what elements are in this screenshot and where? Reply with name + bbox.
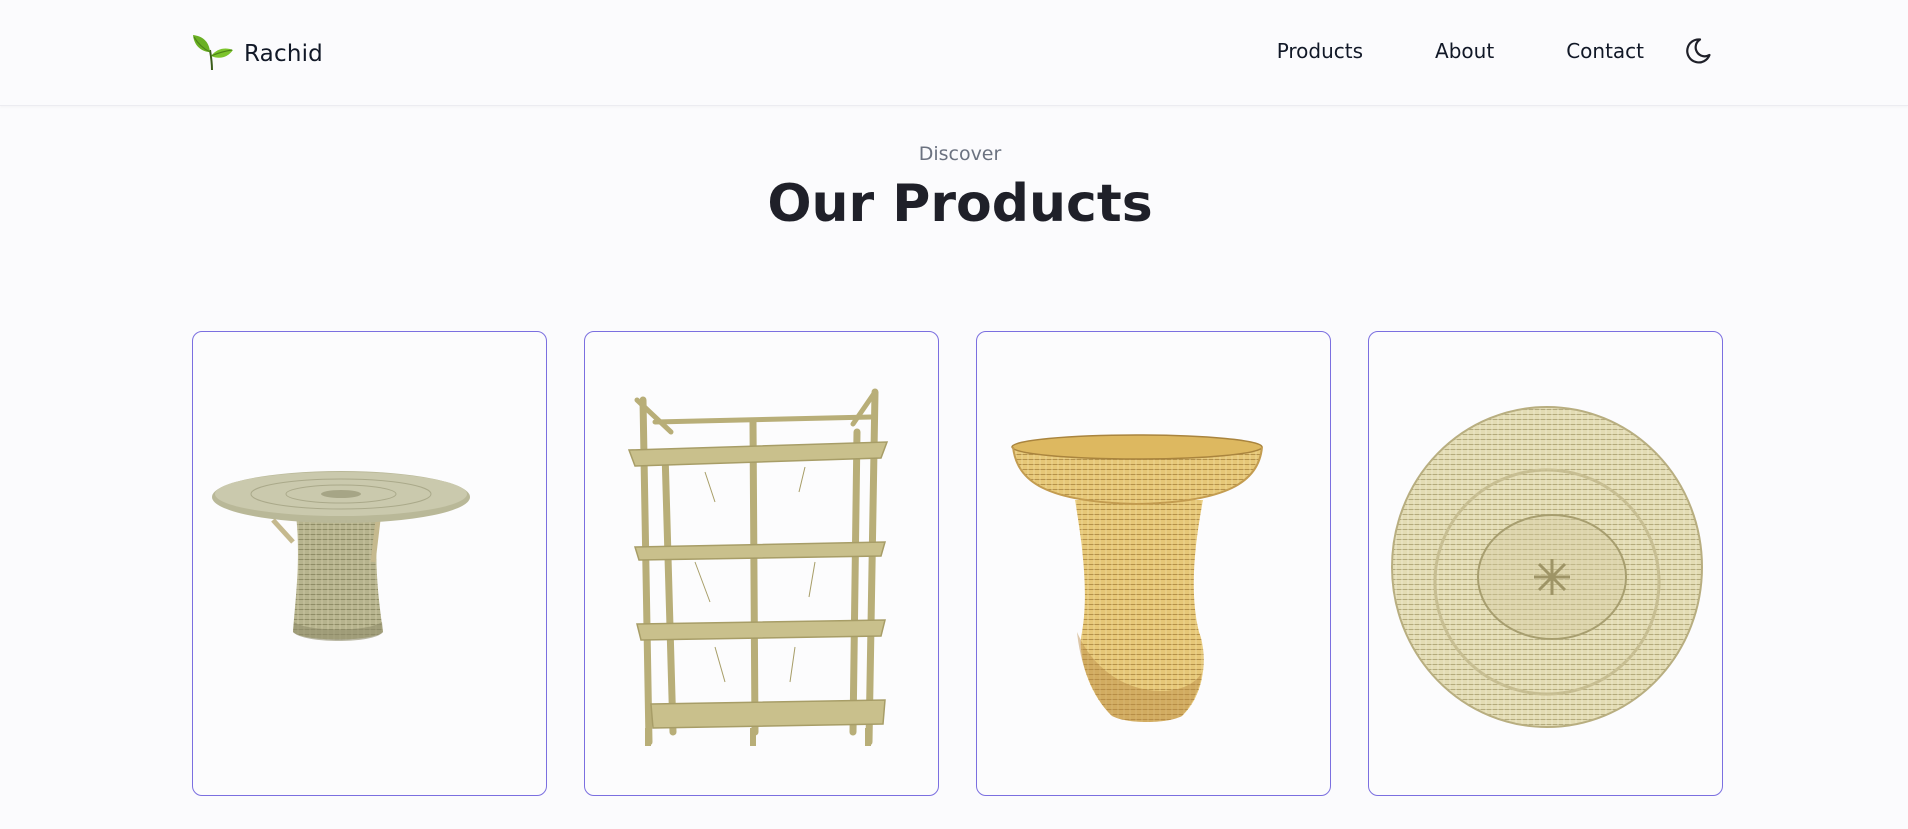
product-card[interactable] xyxy=(192,331,547,796)
product-card[interactable] xyxy=(584,331,939,796)
moon-icon xyxy=(1686,38,1711,64)
wicker-round-chair-image xyxy=(1391,406,1703,728)
products-section-heading: Discover Our Products xyxy=(0,140,1908,240)
product-card[interactable] xyxy=(976,331,1331,796)
nav-link-about[interactable]: About xyxy=(1435,34,1494,68)
section-title: Our Products xyxy=(767,174,1153,234)
product-grid xyxy=(192,331,1723,796)
brand-name: Rachid xyxy=(244,41,323,67)
site-header: Rachid Products About Contact xyxy=(0,0,1908,106)
sprout-icon xyxy=(190,32,234,76)
nav-link-contact[interactable]: Contact xyxy=(1566,34,1644,68)
bamboo-shelf-image xyxy=(627,388,889,746)
wicker-side-table-image xyxy=(212,471,470,641)
theme-toggle-button[interactable] xyxy=(1681,34,1715,68)
product-card[interactable] xyxy=(1368,331,1723,796)
section-eyebrow: Discover xyxy=(918,143,1002,165)
brand-logo-link[interactable]: Rachid xyxy=(190,32,323,76)
nav-link-products[interactable]: Products xyxy=(1277,34,1363,68)
main-nav: Products About Contact xyxy=(1277,34,1715,68)
wicker-pedestal-basket-image xyxy=(1011,434,1263,722)
